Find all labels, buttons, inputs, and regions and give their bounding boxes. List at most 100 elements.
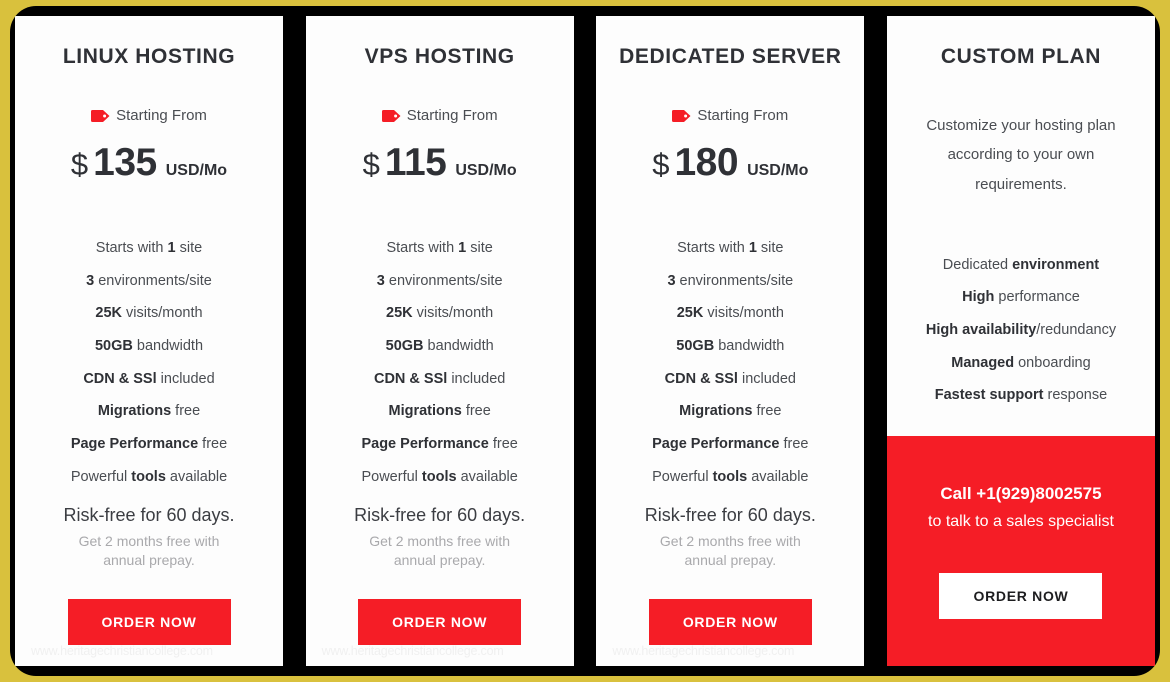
feature-highlight: CDN & SSl bbox=[373, 370, 448, 387]
page-frame: LINUX HOSTING Starting From $ 135 USD/Mo… bbox=[0, 0, 1170, 682]
feature-prefix: Starts with bbox=[677, 240, 749, 256]
feature-item: Starts with 1 site bbox=[596, 240, 864, 257]
plan-title: CUSTOM PLAN bbox=[940, 45, 1102, 68]
price-row: $ 180 USD/Mo bbox=[652, 141, 808, 185]
feature-highlight: environment bbox=[1012, 256, 1100, 273]
riskfree-text: Risk-free for 60 days. bbox=[354, 505, 526, 526]
feature-item: 25K visits/month bbox=[306, 305, 574, 322]
feature-item: Page Performance free bbox=[15, 436, 283, 453]
feature-list: Dedicated environment High performance Hig… bbox=[887, 257, 1155, 436]
feature-suffix: available bbox=[456, 468, 518, 485]
pricing-stage: LINUX HOSTING Starting From $ 135 USD/Mo… bbox=[10, 6, 1160, 676]
feature-item: High availability/redundancy bbox=[887, 322, 1155, 339]
feature-item: 25K visits/month bbox=[596, 305, 864, 322]
feature-suffix: site bbox=[756, 240, 784, 256]
riskfree-text: Risk-free for 60 days. bbox=[63, 505, 235, 526]
feature-highlight: Page Performance bbox=[652, 436, 780, 453]
feature-highlight: 25K bbox=[676, 305, 704, 322]
sales-cta-panel: Call +1(929)8002575 to talk to a sales s… bbox=[886, 436, 1155, 666]
price-tag-icon bbox=[381, 109, 401, 122]
feature-suffix: free bbox=[752, 403, 782, 420]
feature-highlight: CDN & SSl bbox=[664, 370, 738, 387]
feature-highlight: Fastest support bbox=[934, 387, 1044, 404]
order-now-button[interactable]: ORDER NOW bbox=[67, 598, 231, 645]
feature-suffix: site bbox=[466, 240, 493, 256]
feature-highlight: 50GB bbox=[94, 338, 133, 355]
plan-title: LINUX HOSTING bbox=[62, 45, 236, 68]
feature-item: 3 environments/site bbox=[15, 273, 283, 290]
feature-prefix: Powerful bbox=[652, 468, 713, 485]
price-amount: 135 bbox=[93, 141, 157, 184]
prepay-note: Get 2 months free with annual prepay. bbox=[369, 533, 511, 568]
feature-item: 25K visits/month bbox=[15, 305, 283, 322]
feature-suffix: free bbox=[488, 436, 518, 453]
feature-highlight: tools bbox=[712, 468, 748, 485]
feature-item: Fastest support response bbox=[887, 387, 1155, 404]
pricing-card[interactable]: DEDICATED SERVER Starting From $ 180 USD… bbox=[596, 16, 865, 666]
feature-highlight: 50GB bbox=[676, 338, 715, 355]
feature-suffix: free bbox=[461, 403, 491, 420]
feature-item: 50GB bandwidth bbox=[15, 338, 283, 355]
feature-prefix: Dedicated bbox=[942, 256, 1013, 273]
currency-symbol: $ bbox=[362, 147, 380, 182]
feature-suffix: onboarding bbox=[1014, 354, 1091, 371]
feature-suffix: visits/month bbox=[703, 305, 784, 322]
feature-prefix: Powerful bbox=[361, 468, 422, 485]
starting-from-row: Starting From bbox=[91, 107, 207, 124]
feature-suffix: /redundancy bbox=[1036, 322, 1117, 339]
starting-from-label: Starting From bbox=[116, 107, 207, 124]
pricing-card[interactable]: LINUX HOSTING Starting From $ 135 USD/Mo… bbox=[15, 16, 283, 666]
feature-highlight: Migrations bbox=[679, 403, 753, 420]
feature-suffix: free bbox=[198, 436, 228, 453]
feature-item: 50GB bandwidth bbox=[596, 338, 864, 355]
feature-item: Dedicated environment bbox=[887, 257, 1155, 274]
sales-phone[interactable]: Call +1(929)8002575 bbox=[940, 484, 1101, 504]
order-now-button[interactable]: ORDER NOW bbox=[648, 598, 812, 645]
feature-item: Migrations free bbox=[596, 403, 864, 420]
feature-list: Starts with 1 site 3 environments/site 25K… bbox=[596, 240, 864, 501]
feature-item: 3 environments/site bbox=[596, 273, 864, 290]
feature-suffix: bandwidth bbox=[423, 338, 494, 355]
feature-highlight: High availability bbox=[925, 322, 1037, 339]
feature-suffix: available bbox=[747, 468, 809, 485]
feature-highlight: 3 bbox=[376, 272, 385, 289]
feature-highlight: CDN & SSl bbox=[83, 370, 157, 387]
feature-highlight: 25K bbox=[386, 305, 413, 322]
feature-item: Starts with 1 site bbox=[15, 240, 283, 257]
order-now-button[interactable]: ORDER NOW bbox=[358, 598, 522, 645]
feature-highlight: Page Performance bbox=[70, 436, 199, 453]
feature-highlight: Migrations bbox=[388, 403, 462, 420]
feature-highlight: Managed bbox=[951, 354, 1015, 371]
feature-suffix: environments/site bbox=[384, 272, 503, 289]
feature-highlight: 50GB bbox=[385, 338, 424, 355]
feature-suffix: environments/site bbox=[675, 272, 794, 289]
price-period: USD/Mo bbox=[455, 162, 517, 179]
price-amount: 115 bbox=[384, 141, 447, 184]
price-period: USD/Mo bbox=[165, 162, 228, 179]
feature-suffix: free bbox=[779, 436, 809, 453]
feature-item: Migrations free bbox=[306, 403, 574, 420]
price-row: $ 115 USD/Mo bbox=[363, 141, 517, 185]
feature-item: Migrations free bbox=[15, 403, 283, 420]
order-now-button[interactable]: ORDER NOW bbox=[939, 572, 1103, 619]
feature-item: 3 environments/site bbox=[306, 273, 574, 290]
feature-prefix: Starts with bbox=[95, 240, 168, 256]
feature-item: Page Performance free bbox=[306, 436, 574, 453]
feature-highlight: Page Performance bbox=[361, 436, 489, 453]
feature-suffix: environments/site bbox=[94, 272, 212, 289]
sales-subtitle: to talk to a sales specialist bbox=[928, 512, 1114, 530]
plan-title: VPS HOSTING bbox=[364, 45, 515, 68]
prepay-note: Get 2 months free with annual prepay. bbox=[659, 533, 801, 568]
feature-item: CDN & SSl included bbox=[15, 371, 283, 388]
riskfree-text: Risk-free for 60 days. bbox=[644, 505, 816, 526]
starting-from-label: Starting From bbox=[697, 107, 789, 124]
pricing-card[interactable]: VPS HOSTING Starting From $ 115 USD/Mo S… bbox=[305, 16, 574, 666]
watermark: www.heritagechristiancollege.com bbox=[612, 644, 795, 658]
feature-item: Powerful tools available bbox=[306, 469, 574, 486]
price-period: USD/Mo bbox=[747, 162, 809, 179]
feature-item: CDN & SSl included bbox=[596, 371, 864, 388]
price-tag-icon bbox=[91, 109, 110, 122]
custom-plan-card[interactable]: CUSTOM PLAN Customize your hosting plan … bbox=[886, 16, 1155, 666]
feature-highlight: Migrations bbox=[97, 403, 172, 420]
price-tag-icon bbox=[672, 109, 691, 122]
